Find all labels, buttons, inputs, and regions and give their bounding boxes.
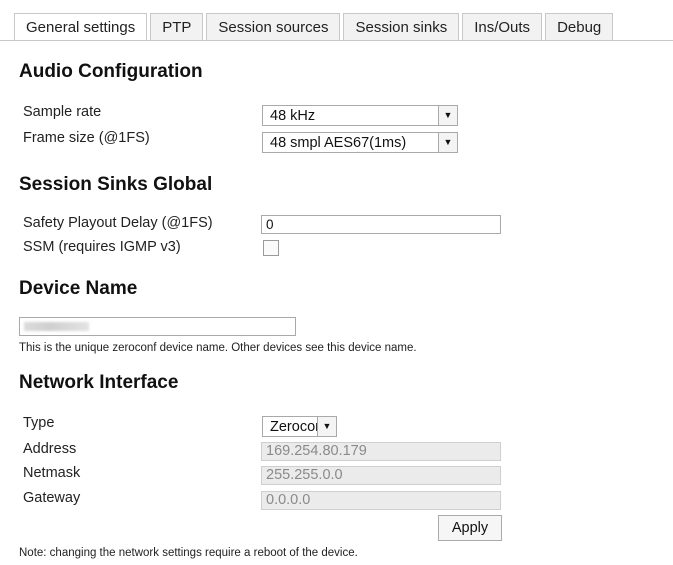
- tab-ins-outs[interactable]: Ins/Outs: [462, 13, 543, 40]
- safety-playout-delay-input[interactable]: 0: [261, 215, 501, 234]
- tab-general-settings[interactable]: General settings: [14, 13, 148, 40]
- tab-ptp[interactable]: PTP: [150, 13, 204, 40]
- apply-button[interactable]: Apply: [438, 515, 502, 541]
- sample-rate-select[interactable]: 48 kHz ▼: [262, 105, 458, 126]
- gateway-input[interactable]: 0.0.0.0: [261, 491, 501, 510]
- device-name-input[interactable]: [19, 317, 296, 336]
- tab-debug[interactable]: Debug: [545, 13, 614, 40]
- chevron-down-icon: ▼: [438, 106, 457, 125]
- device-name-heading: Device Name: [19, 278, 138, 299]
- sample-rate-value: 48 kHz: [270, 108, 316, 124]
- audio-configuration-heading: Audio Configuration: [19, 61, 203, 82]
- network-type-select[interactable]: Zeroconf ▼: [262, 416, 337, 437]
- device-name-value: [24, 322, 89, 331]
- tab-divider: [0, 40, 673, 41]
- ssm-label: SSM (requires IGMP v3): [23, 239, 181, 255]
- device-name-description: This is the unique zeroconf device name.…: [19, 342, 417, 354]
- netmask-label: Netmask: [23, 465, 81, 481]
- settings-tab-bar: General settings PTP Session sources Ses…: [14, 13, 616, 41]
- frame-size-select[interactable]: 48 smpl AES67(1ms) ▼: [262, 132, 458, 153]
- chevron-down-icon: ▼: [438, 133, 457, 152]
- network-interface-heading: Network Interface: [19, 372, 179, 393]
- network-reboot-note: Note: changing the network settings requ…: [19, 547, 358, 559]
- type-label: Type: [23, 415, 55, 431]
- frame-size-value: 48 smpl AES67(1ms): [270, 135, 407, 151]
- address-input[interactable]: 169.254.80.179: [261, 442, 501, 461]
- session-sinks-global-heading: Session Sinks Global: [19, 174, 213, 195]
- sample-rate-label: Sample rate: [23, 104, 102, 120]
- frame-size-label: Frame size (@1FS): [23, 130, 150, 146]
- netmask-input[interactable]: 255.255.0.0: [261, 466, 501, 485]
- safety-playout-delay-label: Safety Playout Delay (@1FS): [23, 215, 213, 231]
- address-label: Address: [23, 441, 77, 457]
- tab-session-sinks[interactable]: Session sinks: [343, 13, 460, 40]
- chevron-down-icon: ▼: [317, 417, 336, 436]
- tab-session-sources[interactable]: Session sources: [206, 13, 341, 40]
- gateway-label: Gateway: [23, 490, 81, 506]
- ssm-checkbox[interactable]: [263, 240, 279, 256]
